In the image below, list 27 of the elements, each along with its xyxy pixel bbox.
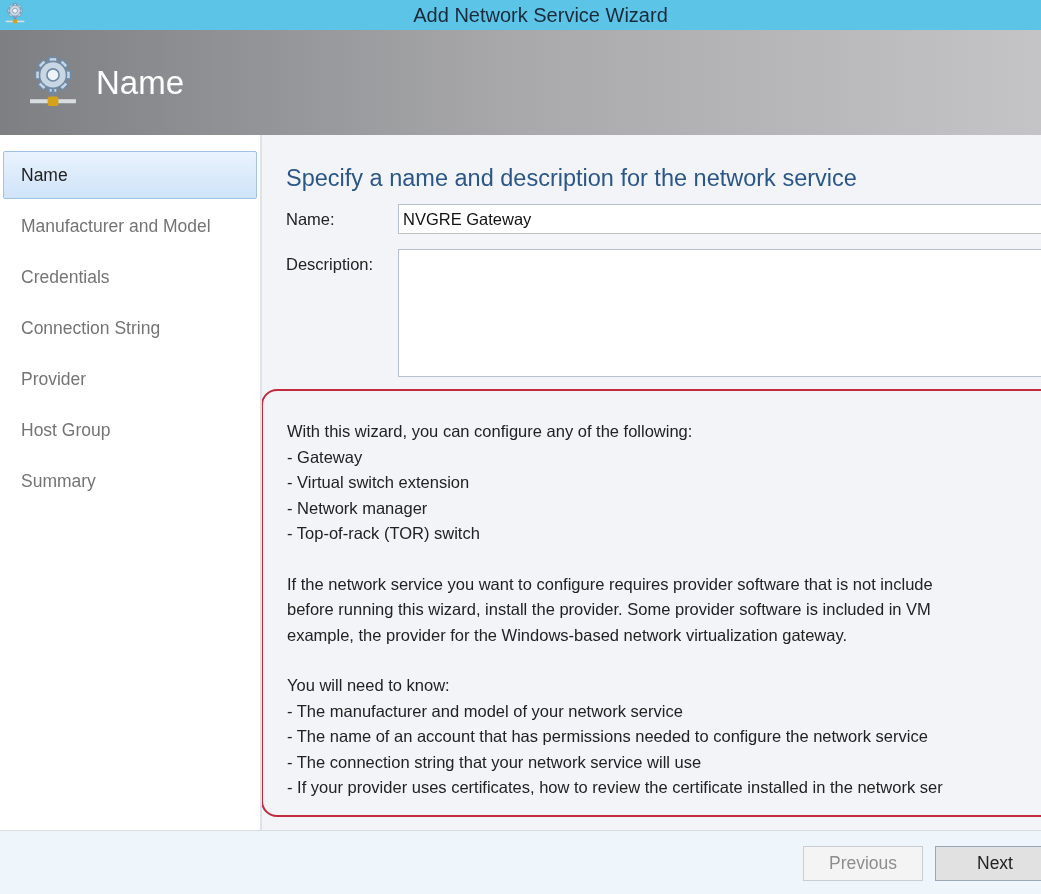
list-item: - The manufacturer and model of your network service: [287, 700, 684, 722]
wizard-step[interactable]: Name: [3, 151, 257, 199]
wizard-step[interactable]: Host Group: [3, 406, 257, 454]
field-label: Description:: [286, 254, 375, 274]
gear-icon: [4, 3, 26, 25]
intro-text: You will need to know:: [287, 675, 451, 696]
list-item: - Gateway: [287, 446, 364, 468]
wizard-step[interactable]: Provider: [3, 355, 257, 403]
wizard-step[interactable]: Manufacturer and Model: [3, 202, 257, 250]
list-item: - If your provider uses certificates, how to review the certificate installed in the network ser: [287, 777, 944, 798]
wizard-step[interactable]: Connection String: [3, 304, 257, 352]
list-item: - Top-of-rack (TOR) switch: [287, 523, 481, 544]
list-item: - The name of an account that has permissions needed to configure the network service: [287, 726, 929, 747]
field-label: Name:: [286, 209, 336, 229]
next-button[interactable]: Next: [935, 845, 1041, 881]
paragraph: If the network service you want to configure requires provider software that is not include before running this wizard, install the provider. Some provider software is included in VM example, the provider for the Windows-based network virtualization gateway.: [287, 573, 934, 646]
wizard-step[interactable]: Summary: [3, 457, 257, 505]
section-heading: Specify a name and description for the network service: [286, 165, 858, 192]
list-item: - The connection string that your network service will use: [287, 751, 703, 773]
list-item: - Network manager: [287, 497, 429, 519]
description-field[interactable]: [398, 249, 1041, 377]
wizard-step[interactable]: Credentials: [3, 253, 257, 301]
window-title: Add Network Service Wizard: [412, 3, 668, 27]
name-field[interactable]: NVGRE Gateway: [398, 204, 1041, 234]
intro-text: With this wizard, you can configure any of the following:: [287, 421, 694, 442]
list-item: - Virtual switch extension: [287, 472, 471, 493]
page-title: Name: [96, 63, 185, 102]
